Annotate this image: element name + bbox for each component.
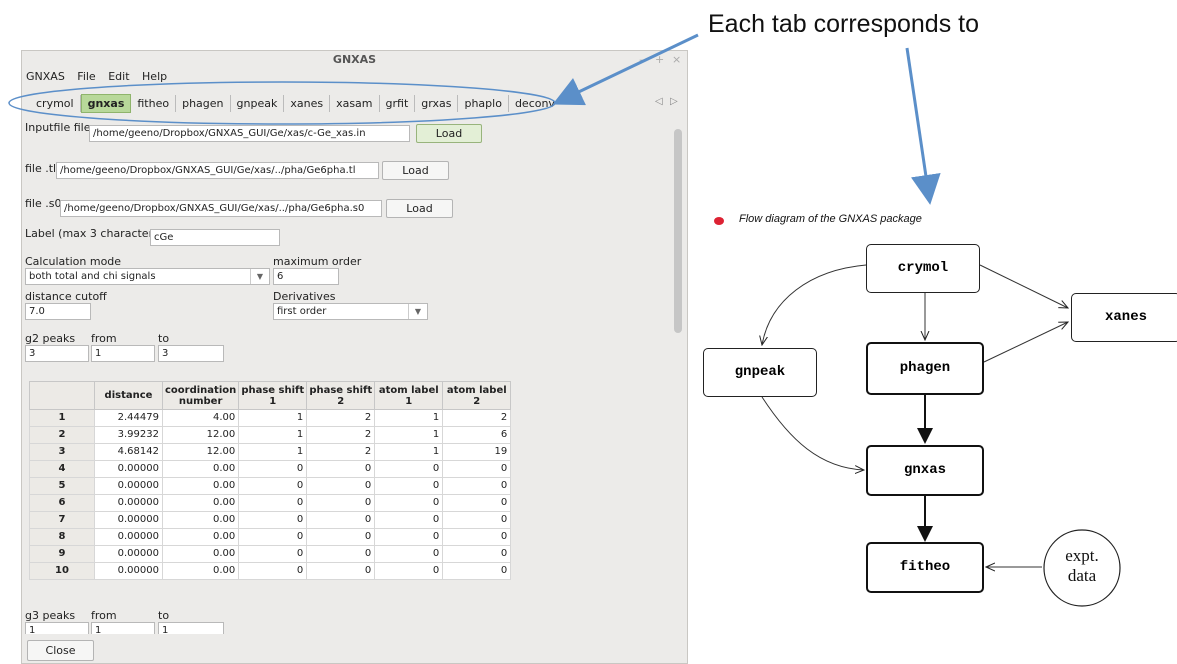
tab-highlight-ellipse [8, 81, 556, 125]
annotation-overlay [8, 33, 1121, 607]
node-gnpeak: gnpeak [703, 348, 817, 397]
node-fitheo: fitheo [866, 542, 984, 593]
expt-data-label: expt. data [1048, 546, 1116, 586]
node-phagen: phagen [866, 342, 984, 395]
expt-label-line2: data [1067, 566, 1097, 585]
node-crymol: crymol [866, 244, 980, 293]
edge-gnpeak-gnxas [761, 396, 864, 470]
annotation-heading: Each tab corresponds to [708, 10, 979, 38]
edge-phagen-xanes [983, 322, 1068, 363]
tab-pointer-arrow [552, 33, 699, 106]
expt-label-line1: expt. [1065, 546, 1099, 565]
bullet-icon [714, 217, 724, 225]
node-gnxas: gnxas [866, 445, 984, 496]
edge-crymol-xanes [979, 264, 1068, 308]
edge-crymol-gnpeak [762, 264, 867, 345]
diagram-pointer-arrow [905, 47, 941, 205]
diagram-caption: Flow diagram of the GNXAS package [739, 213, 922, 225]
node-xanes: xanes [1071, 293, 1177, 342]
